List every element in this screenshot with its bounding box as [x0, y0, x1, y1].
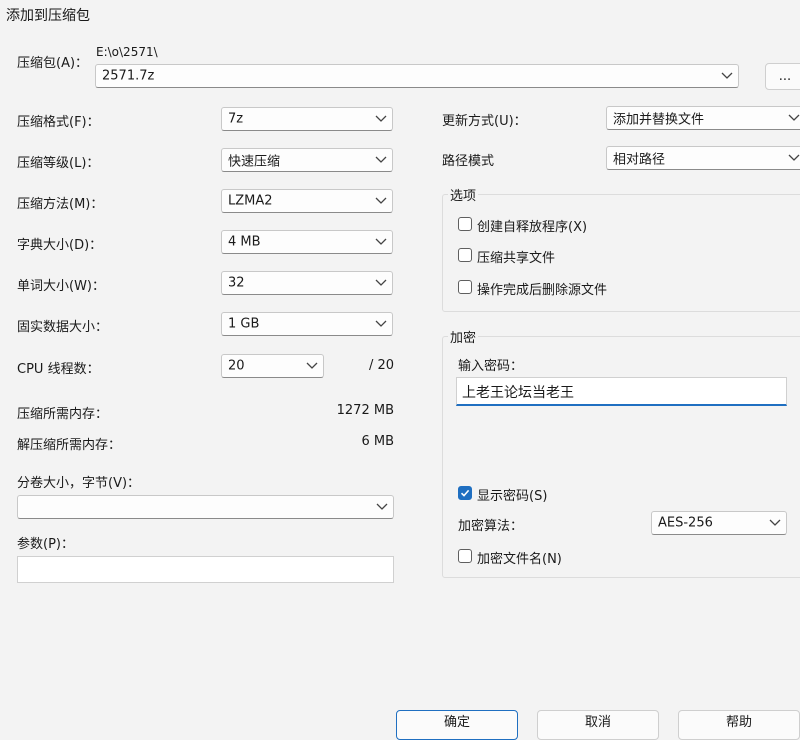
password-label: 输入密码：	[458, 359, 524, 374]
chevron-down-icon	[375, 279, 387, 286]
solid-select[interactable]: 1 GB	[221, 312, 393, 336]
chevron-down-icon	[721, 72, 733, 79]
delete-source-checkbox[interactable]	[458, 280, 472, 294]
solid-label: 固实数据大小：	[17, 320, 109, 335]
level-value: 快速压缩	[228, 154, 281, 170]
shared-label[interactable]: 压缩共享文件	[477, 247, 555, 266]
chevron-down-icon	[306, 362, 318, 369]
chevron-down-icon	[375, 197, 387, 204]
ok-button[interactable]: 确定	[396, 710, 518, 740]
sfx-label[interactable]: 创建自释放程序(X)	[477, 216, 587, 235]
word-label: 单词大小(W)：	[17, 279, 105, 294]
archive-label: 压缩包(A)：	[17, 56, 89, 71]
method-select[interactable]: LZMA2	[221, 189, 393, 213]
update-select[interactable]: 添加并替换文件	[606, 106, 800, 130]
mem-decompress-value: 6 MB	[361, 434, 394, 449]
params-input[interactable]	[17, 556, 394, 583]
encryption-legend: 加密	[448, 327, 479, 346]
archive-path: E:\o\2571\	[96, 45, 158, 59]
mem-compress-label: 压缩所需内存：	[17, 407, 109, 422]
chevron-down-icon	[375, 238, 387, 245]
chevron-down-icon	[375, 156, 387, 163]
format-select[interactable]: 7z	[221, 107, 393, 131]
encryption-method-select[interactable]: AES-256	[651, 511, 787, 535]
check-icon	[460, 489, 470, 497]
method-label: 压缩方法(M)：	[17, 197, 104, 212]
update-value: 添加并替换文件	[613, 112, 705, 128]
path-mode-label: 路径模式	[442, 154, 495, 169]
level-select[interactable]: 快速压缩	[221, 148, 393, 172]
sfx-checkbox[interactable]	[458, 217, 472, 231]
threads-max: / 20	[368, 358, 394, 373]
show-password-checkbox[interactable]	[458, 486, 472, 500]
threads-value: 20	[228, 358, 245, 374]
chevron-down-icon	[375, 320, 387, 327]
format-label: 压缩格式(F)：	[17, 115, 100, 130]
params-label: 参数(P)：	[17, 537, 74, 552]
archive-name-combobox[interactable]: 2571.7z	[95, 64, 739, 88]
chevron-down-icon	[376, 503, 388, 510]
threads-select[interactable]: 20	[221, 354, 324, 378]
password-value: 上老王论坛当老王	[462, 385, 574, 401]
mem-compress-value: 1272 MB	[336, 403, 394, 418]
dict-select[interactable]: 4 MB	[221, 230, 393, 254]
encryption-method-value: AES-256	[658, 515, 713, 531]
password-input[interactable]: 上老王论坛当老王	[456, 377, 787, 406]
threads-label: CPU 线程数：	[17, 362, 100, 377]
chevron-down-icon	[769, 519, 781, 526]
help-button[interactable]: 帮助	[678, 710, 800, 740]
path-mode-value: 相对路径	[613, 152, 666, 168]
word-select[interactable]: 32	[221, 271, 393, 295]
chevron-down-icon	[788, 154, 800, 161]
chevron-down-icon	[375, 115, 387, 122]
encrypt-names-label[interactable]: 加密文件名(N)	[477, 548, 562, 567]
volume-combobox[interactable]	[17, 495, 394, 519]
update-label: 更新方式(U)：	[442, 114, 527, 129]
cancel-button[interactable]: 取消	[537, 710, 659, 740]
chevron-down-icon	[788, 114, 800, 121]
shared-checkbox[interactable]	[458, 248, 472, 262]
level-label: 压缩等级(L)：	[17, 156, 100, 171]
browse-button[interactable]: ...	[765, 63, 800, 90]
archive-name-value: 2571.7z	[102, 68, 155, 84]
method-value: LZMA2	[228, 193, 273, 209]
volume-label: 分卷大小，字节(V)：	[17, 476, 141, 491]
window-title: 添加到压缩包	[6, 8, 90, 24]
encryption-method-label: 加密算法：	[458, 519, 524, 534]
encrypt-names-checkbox[interactable]	[458, 549, 472, 563]
delete-source-label[interactable]: 操作完成后删除源文件	[477, 279, 607, 298]
word-value: 32	[228, 275, 245, 291]
mem-decompress-label: 解压缩所需内存：	[17, 438, 122, 453]
dict-label: 字典大小(D)：	[17, 238, 103, 253]
format-value: 7z	[228, 111, 244, 127]
options-legend: 选项	[448, 185, 479, 204]
show-password-label[interactable]: 显示密码(S)	[477, 485, 547, 504]
path-mode-select[interactable]: 相对路径	[606, 146, 800, 170]
dict-value: 4 MB	[228, 234, 261, 250]
solid-value: 1 GB	[228, 316, 260, 332]
